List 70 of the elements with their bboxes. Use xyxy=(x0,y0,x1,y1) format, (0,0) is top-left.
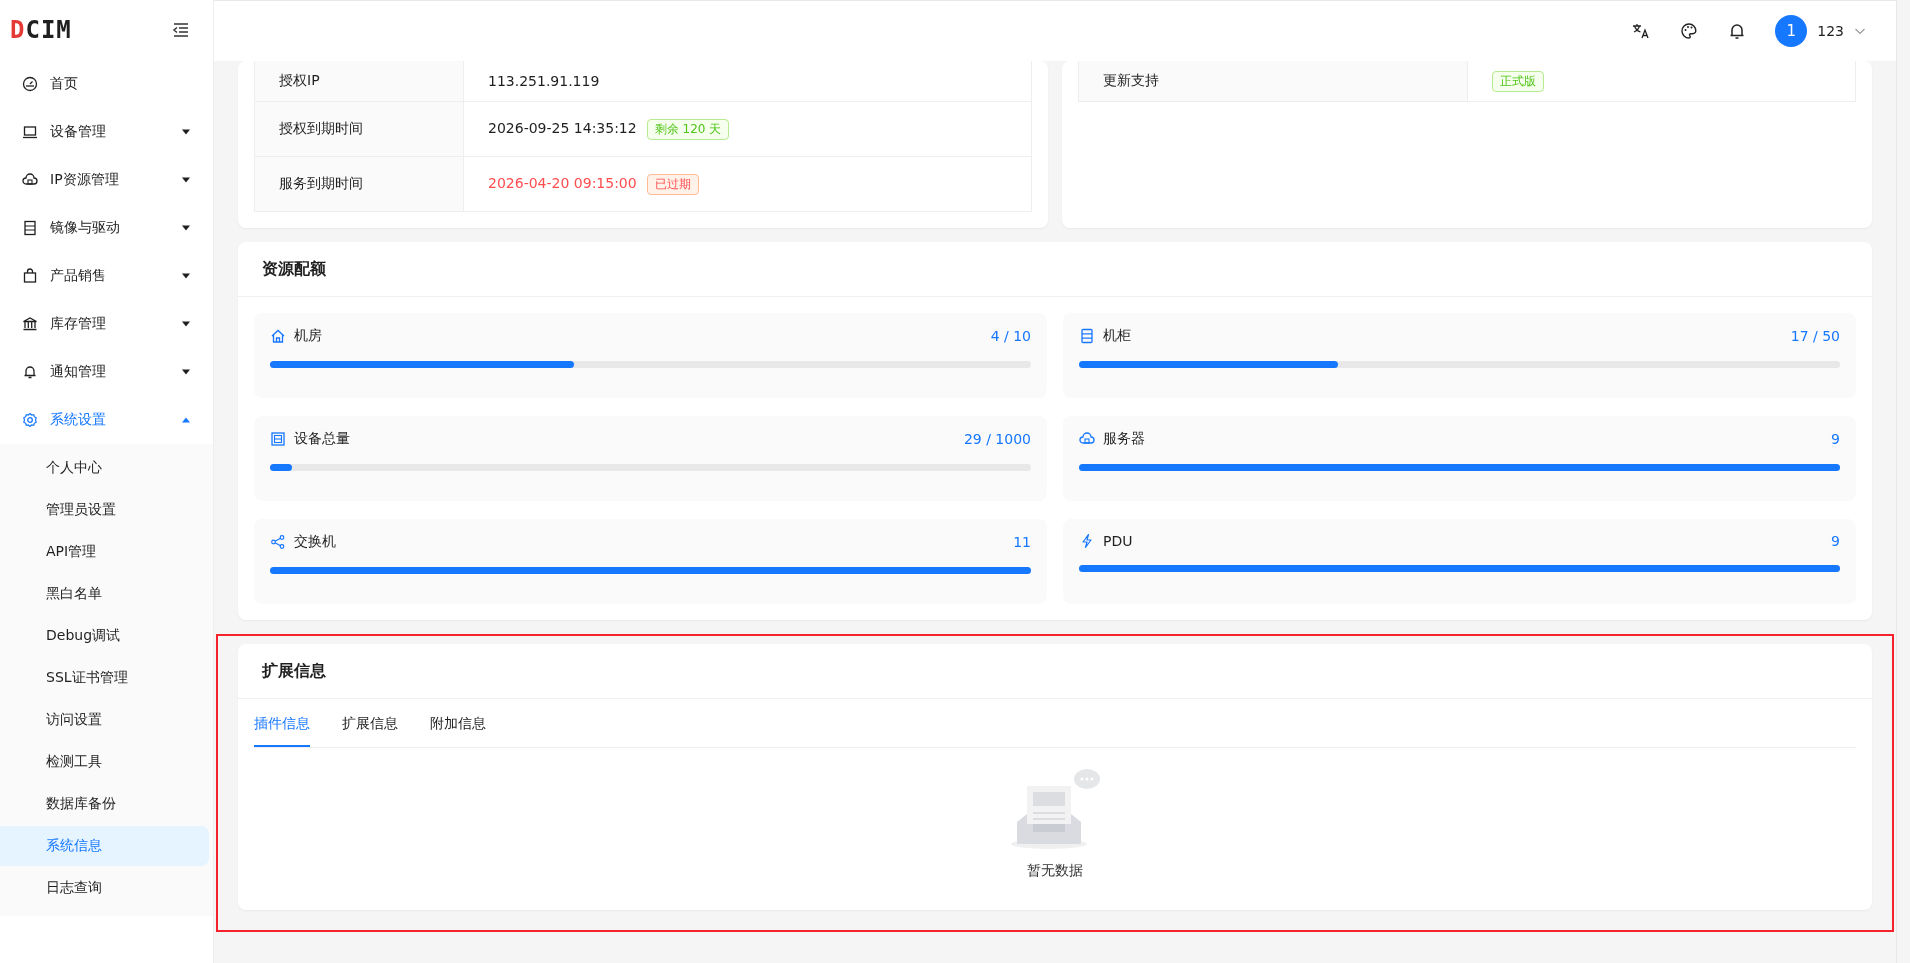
quota-reading: 11 xyxy=(1013,534,1031,550)
sidebar-item[interactable]: 产品销售 xyxy=(0,252,213,300)
tab[interactable]: 附加信息 xyxy=(430,699,486,747)
quota-name: 机房 xyxy=(294,327,323,345)
menu-icon[interactable] xyxy=(171,20,191,40)
home-icon xyxy=(270,328,286,344)
table-cell: 2026-04-20 09:15:00 xyxy=(488,174,637,191)
share-icon xyxy=(270,534,286,550)
quota-reading: 4 / 10 xyxy=(990,328,1031,344)
section-title: 资源配额 xyxy=(262,258,326,280)
logo: DCIM xyxy=(10,16,72,44)
quota-reading: 9 xyxy=(1831,533,1840,549)
caret-icon xyxy=(181,223,191,233)
table-cell: 更新支持 xyxy=(1078,61,1468,102)
tab[interactable]: 扩展信息 xyxy=(342,699,398,747)
settings-icon xyxy=(22,412,38,428)
caret-icon xyxy=(181,415,191,425)
section-title: 扩展信息 xyxy=(262,660,326,682)
cloud-icon xyxy=(22,172,38,188)
sidebar-subitem[interactable]: 访问设置 xyxy=(0,700,209,740)
quota-reading: 9 xyxy=(1831,431,1840,447)
sidebar-subitem[interactable]: 黑白名单 xyxy=(0,574,209,614)
quota-reading: 17 / 50 xyxy=(1790,328,1840,344)
user-avatar[interactable]: 1 xyxy=(1775,15,1808,47)
empty-text: 暂无数据 xyxy=(1027,862,1083,880)
status-tag: 已过期 xyxy=(646,173,699,195)
status-tag: 正式版 xyxy=(1492,70,1544,92)
table-cell: 2026-09-25 14:35:12 xyxy=(488,119,637,136)
quota-name: 交换机 xyxy=(294,533,337,551)
caret-icon xyxy=(181,271,191,281)
sidebar-item[interactable]: 系统设置 xyxy=(0,396,213,444)
sidebar-subitem[interactable]: SSL证书管理 xyxy=(0,658,209,698)
caret-icon xyxy=(181,175,191,185)
bag-icon xyxy=(22,268,38,284)
quota-reading: 29 / 1000 xyxy=(963,431,1031,447)
table-cell: 113.251.91.119 xyxy=(488,73,600,89)
sidebar-item[interactable]: 设备管理 xyxy=(0,108,213,156)
sidebar-subitem[interactable]: 个人中心 xyxy=(0,448,209,488)
sidebar-item[interactable]: 镜像与驱动 xyxy=(0,204,213,252)
user-name[interactable]: 123 xyxy=(1817,23,1844,39)
caret-icon xyxy=(181,127,191,137)
sidebar-item[interactable]: IP资源管理 xyxy=(0,156,213,204)
sidebar-subitem[interactable]: 管理员设置 xyxy=(0,490,209,530)
caret-icon xyxy=(181,319,191,329)
cloud-icon xyxy=(1079,431,1095,447)
table-cell: 授权到期时间 xyxy=(254,101,464,157)
table-cell: 服务到期时间 xyxy=(254,156,464,212)
caret-icon xyxy=(181,367,191,377)
sidebar-subitem[interactable]: API管理 xyxy=(0,532,209,572)
status-tag: 剩余 120 天 xyxy=(646,118,730,140)
quota-name: PDU xyxy=(1103,533,1134,549)
laptop-icon xyxy=(22,124,38,140)
sidebar-subitem[interactable]: Debug调试 xyxy=(0,616,209,656)
bell-icon xyxy=(22,364,38,380)
quota-name: 机柜 xyxy=(1103,327,1132,345)
quota-name: 服务器 xyxy=(1103,430,1146,448)
bank-icon xyxy=(22,316,38,332)
sidebar-item[interactable]: 首页 xyxy=(0,60,213,108)
tab[interactable]: 插件信息 xyxy=(254,699,310,747)
quota-name: 设备总量 xyxy=(294,430,351,448)
sidebar-subitem[interactable]: 检测工具 xyxy=(0,742,209,782)
chip-icon xyxy=(270,431,286,447)
sidebar-subitem[interactable]: 数据库备份 xyxy=(0,784,209,824)
sidebar-subitem[interactable]: 日志查询 xyxy=(0,868,209,908)
sidebar-subitem[interactable]: 系统信息 xyxy=(0,826,209,866)
sidebar-item[interactable]: 库存管理 xyxy=(0,300,213,348)
sidebar-item[interactable]: 通知管理 xyxy=(0,348,213,396)
cabinet-icon xyxy=(1079,328,1095,344)
table-cell: 授权IP xyxy=(254,61,464,102)
gauge-icon xyxy=(22,76,38,92)
